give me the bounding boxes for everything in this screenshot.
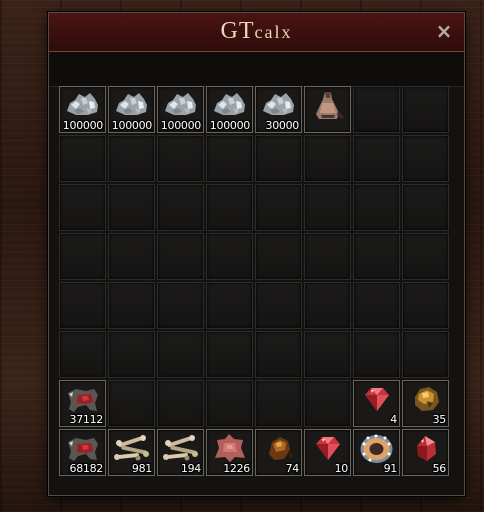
inventory-slot-item[interactable]: 37112	[59, 380, 106, 427]
inventory-slot-item[interactable]: 194	[157, 429, 204, 476]
inventory-slot-item[interactable]: 30000	[255, 86, 302, 133]
inventory-slot-empty[interactable]	[304, 331, 351, 378]
item-quantity: 194	[180, 462, 201, 475]
item-quantity: 10	[334, 462, 349, 475]
inventory-window: GTcalx × 100000 100000 100000 100000 300…	[48, 12, 465, 496]
item-quantity: 1226	[223, 462, 250, 475]
inventory-slot-empty[interactable]	[304, 282, 351, 329]
item-quantity: 100000	[111, 119, 153, 132]
inventory-slot-empty[interactable]	[353, 184, 400, 231]
inventory-slot-empty[interactable]	[402, 233, 449, 280]
inventory-slot-item[interactable]: 1226	[206, 429, 253, 476]
item-quantity: 91	[383, 462, 398, 475]
inventory-slot-item[interactable]: 91	[353, 429, 400, 476]
inventory-slot-empty[interactable]	[402, 86, 449, 133]
inventory-slot-empty[interactable]	[255, 282, 302, 329]
inventory-slot-item[interactable]: 56	[402, 429, 449, 476]
inventory-slot-empty[interactable]	[108, 331, 155, 378]
inventory-slot-empty[interactable]	[255, 233, 302, 280]
close-icon[interactable]: ×	[434, 21, 454, 41]
inventory-slot-empty[interactable]	[206, 331, 253, 378]
inventory-slot-empty[interactable]	[353, 135, 400, 182]
inventory-slot-item[interactable]: 74	[255, 429, 302, 476]
inventory-slot-empty[interactable]	[206, 135, 253, 182]
inventory-slot-empty[interactable]	[206, 184, 253, 231]
inventory-slot-item[interactable]: 68182	[59, 429, 106, 476]
inventory-slot-item[interactable]: 100000	[157, 86, 204, 133]
inventory-slot-item[interactable]: 981	[108, 429, 155, 476]
inventory-slot-empty[interactable]	[108, 135, 155, 182]
inventory-slot-empty[interactable]	[59, 233, 106, 280]
inventory-slot-empty[interactable]	[255, 135, 302, 182]
inventory-slot-empty[interactable]	[402, 331, 449, 378]
item-quantity: 30000	[265, 119, 300, 132]
inventory-slot-empty[interactable]	[255, 184, 302, 231]
inventory-slot-empty[interactable]	[157, 184, 204, 231]
inventory-grid: 100000 100000 100000 100000 30000 37112 …	[59, 86, 449, 476]
inventory-slot-empty[interactable]	[157, 135, 204, 182]
inventory-slot-empty[interactable]	[108, 282, 155, 329]
title-small: calx	[254, 22, 293, 42]
window-title: GTcalx	[49, 18, 464, 45]
inventory-slot-empty[interactable]	[304, 184, 351, 231]
inventory-slot-empty[interactable]	[353, 86, 400, 133]
item-quantity: 35	[432, 413, 447, 426]
inventory-slot-item[interactable]: 100000	[206, 86, 253, 133]
inventory-slot-empty[interactable]	[304, 233, 351, 280]
inventory-slot-empty[interactable]	[304, 380, 351, 427]
item-quantity: 100000	[160, 119, 202, 132]
title-bar[interactable]: GTcalx ×	[49, 13, 464, 52]
inventory-slot-empty[interactable]	[206, 282, 253, 329]
toolbar-strip	[49, 52, 464, 87]
item-quantity: 68182	[69, 462, 104, 475]
inventory-slot-empty[interactable]	[255, 380, 302, 427]
inventory-slot-empty[interactable]	[59, 282, 106, 329]
item-quantity: 37112	[69, 413, 104, 426]
inventory-slot-empty[interactable]	[353, 331, 400, 378]
inventory-slot-empty[interactable]	[108, 380, 155, 427]
inventory-slot-item[interactable]: 100000	[108, 86, 155, 133]
inventory-slot-empty[interactable]	[304, 135, 351, 182]
inventory-slot-item[interactable]: 100000	[59, 86, 106, 133]
inventory-slot-item[interactable]	[304, 86, 351, 133]
inventory-slot-empty[interactable]	[206, 380, 253, 427]
item-quantity: 74	[285, 462, 300, 475]
inventory-slot-empty[interactable]	[59, 135, 106, 182]
item-quantity: 56	[432, 462, 447, 475]
title-main: GT	[220, 18, 255, 44]
inventory-slot-empty[interactable]	[402, 184, 449, 231]
item-quantity: 981	[131, 462, 152, 475]
inventory-slot-empty[interactable]	[157, 380, 204, 427]
inventory-slot-empty[interactable]	[59, 331, 106, 378]
inventory-slot-empty[interactable]	[157, 233, 204, 280]
inventory-slot-empty[interactable]	[353, 282, 400, 329]
inventory-slot-empty[interactable]	[353, 233, 400, 280]
inventory-slot-empty[interactable]	[157, 282, 204, 329]
inventory-slot-item[interactable]: 10	[304, 429, 351, 476]
inventory-slot-empty[interactable]	[59, 184, 106, 231]
inventory-slot-item[interactable]: 35	[402, 380, 449, 427]
inventory-slot-empty[interactable]	[108, 233, 155, 280]
inventory-slot-empty[interactable]	[157, 331, 204, 378]
inventory-slot-empty[interactable]	[255, 331, 302, 378]
item-quantity: 4	[390, 413, 397, 426]
inventory-slot-item[interactable]: 4	[353, 380, 400, 427]
item-quantity: 100000	[62, 119, 104, 132]
inventory-slot-empty[interactable]	[108, 184, 155, 231]
item-quantity: 100000	[209, 119, 251, 132]
inventory-slot-empty[interactable]	[402, 282, 449, 329]
inventory-slot-empty[interactable]	[206, 233, 253, 280]
inventory-slot-empty[interactable]	[402, 135, 449, 182]
